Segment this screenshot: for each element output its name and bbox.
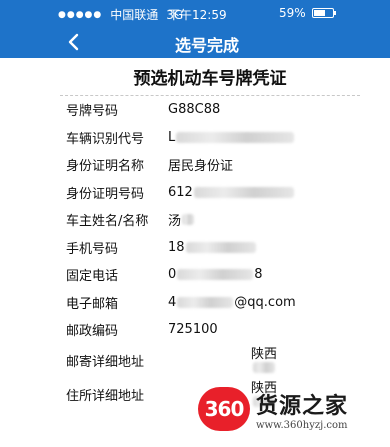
row-vin: 车辆识别代号 L (60, 124, 360, 152)
row-id-number: 身份证明号码 612 (60, 179, 360, 207)
landline-value: 0 8 (168, 267, 360, 282)
redacted-blur (176, 131, 295, 143)
row-label: 邮政编码 (66, 324, 119, 340)
nav-bar: 选号完成 (0, 26, 390, 58)
value-prefix: L (168, 129, 176, 145)
vin-value: L (168, 130, 360, 145)
row-postcode: 邮政编码 725100 (60, 316, 360, 344)
value-prefix: 汤 (168, 214, 182, 230)
signal-strength-icon: ●●●●● (58, 9, 103, 20)
plate-number-value: G88C88 (168, 102, 221, 118)
owner-name-value: 汤 (168, 210, 360, 229)
row-label: 号牌号码 (66, 104, 119, 120)
redacted-blur (177, 269, 254, 281)
row-label: 固定电话 (66, 269, 119, 285)
redacted-blur (185, 241, 256, 253)
watermark-logo: 360 (198, 387, 250, 431)
row-owner-name: 车主姓名/名称 汤 (60, 206, 360, 234)
value-prefix: 18 (168, 239, 185, 255)
status-bar: ●●●●● 中国联通 3G 下午12:59 59% (0, 0, 390, 26)
document-title: 预选机动车号牌凭证 (60, 62, 360, 96)
email-value: 4 @qq.com (168, 295, 360, 310)
watermark-url: www.360hyzj.com (256, 419, 348, 431)
status-time: 下午12:59 (168, 8, 227, 22)
mobile-value: 18 (168, 240, 360, 255)
row-label: 邮寄详细地址 (66, 355, 145, 370)
carrier-name: 中国联通 (110, 8, 159, 22)
row-label: 手机号码 (66, 241, 119, 257)
row-mobile: 手机号码 18 (60, 234, 360, 262)
id-number-value: 612 (168, 185, 360, 200)
row-email: 电子邮箱 4 @qq.com (60, 289, 360, 317)
info-rows: 号牌号码 G88C88 车辆识别代号 L 身份证明名称 居民身份证 身份证明号码… (60, 96, 360, 412)
battery-percent: 59% (279, 6, 306, 20)
watermark-text: 货源之家 www.360hyzj.com (256, 388, 348, 431)
row-label: 住所详细地址 (66, 389, 145, 404)
watermark: 360 货源之家 www.360hyzj.com (198, 371, 390, 447)
redacted-blur (177, 296, 234, 308)
row-label: 电子邮箱 (66, 296, 119, 312)
row-label: 车主姓名/名称 (66, 214, 149, 230)
nav-title: 选号完成 (174, 36, 239, 55)
value-prefix: 4 (168, 294, 177, 310)
value-prefix: 陕西 (250, 347, 277, 362)
row-label: 身份证明号码 (66, 186, 145, 202)
postcode-value: 725100 (168, 322, 218, 338)
value-prefix: 612 (168, 184, 193, 200)
value-suffix: 8 (254, 267, 263, 283)
row-landline: 固定电话 0 8 (60, 261, 360, 289)
value-prefix: 0 (168, 267, 177, 283)
mailing-address-value: 陕西 (168, 348, 360, 373)
row-plate-number: 号牌号码 G88C88 (60, 96, 360, 124)
redacted-blur (193, 186, 294, 198)
redacted-blur (182, 214, 195, 226)
row-label: 身份证明名称 (66, 159, 145, 175)
battery-icon (311, 8, 336, 18)
id-type-value: 居民身份证 (168, 159, 234, 175)
row-id-type: 身份证明名称 居民身份证 (60, 151, 360, 179)
watermark-name: 货源之家 (256, 392, 349, 419)
row-label: 车辆识别代号 (66, 131, 145, 147)
value-suffix: @qq.com (234, 294, 296, 310)
